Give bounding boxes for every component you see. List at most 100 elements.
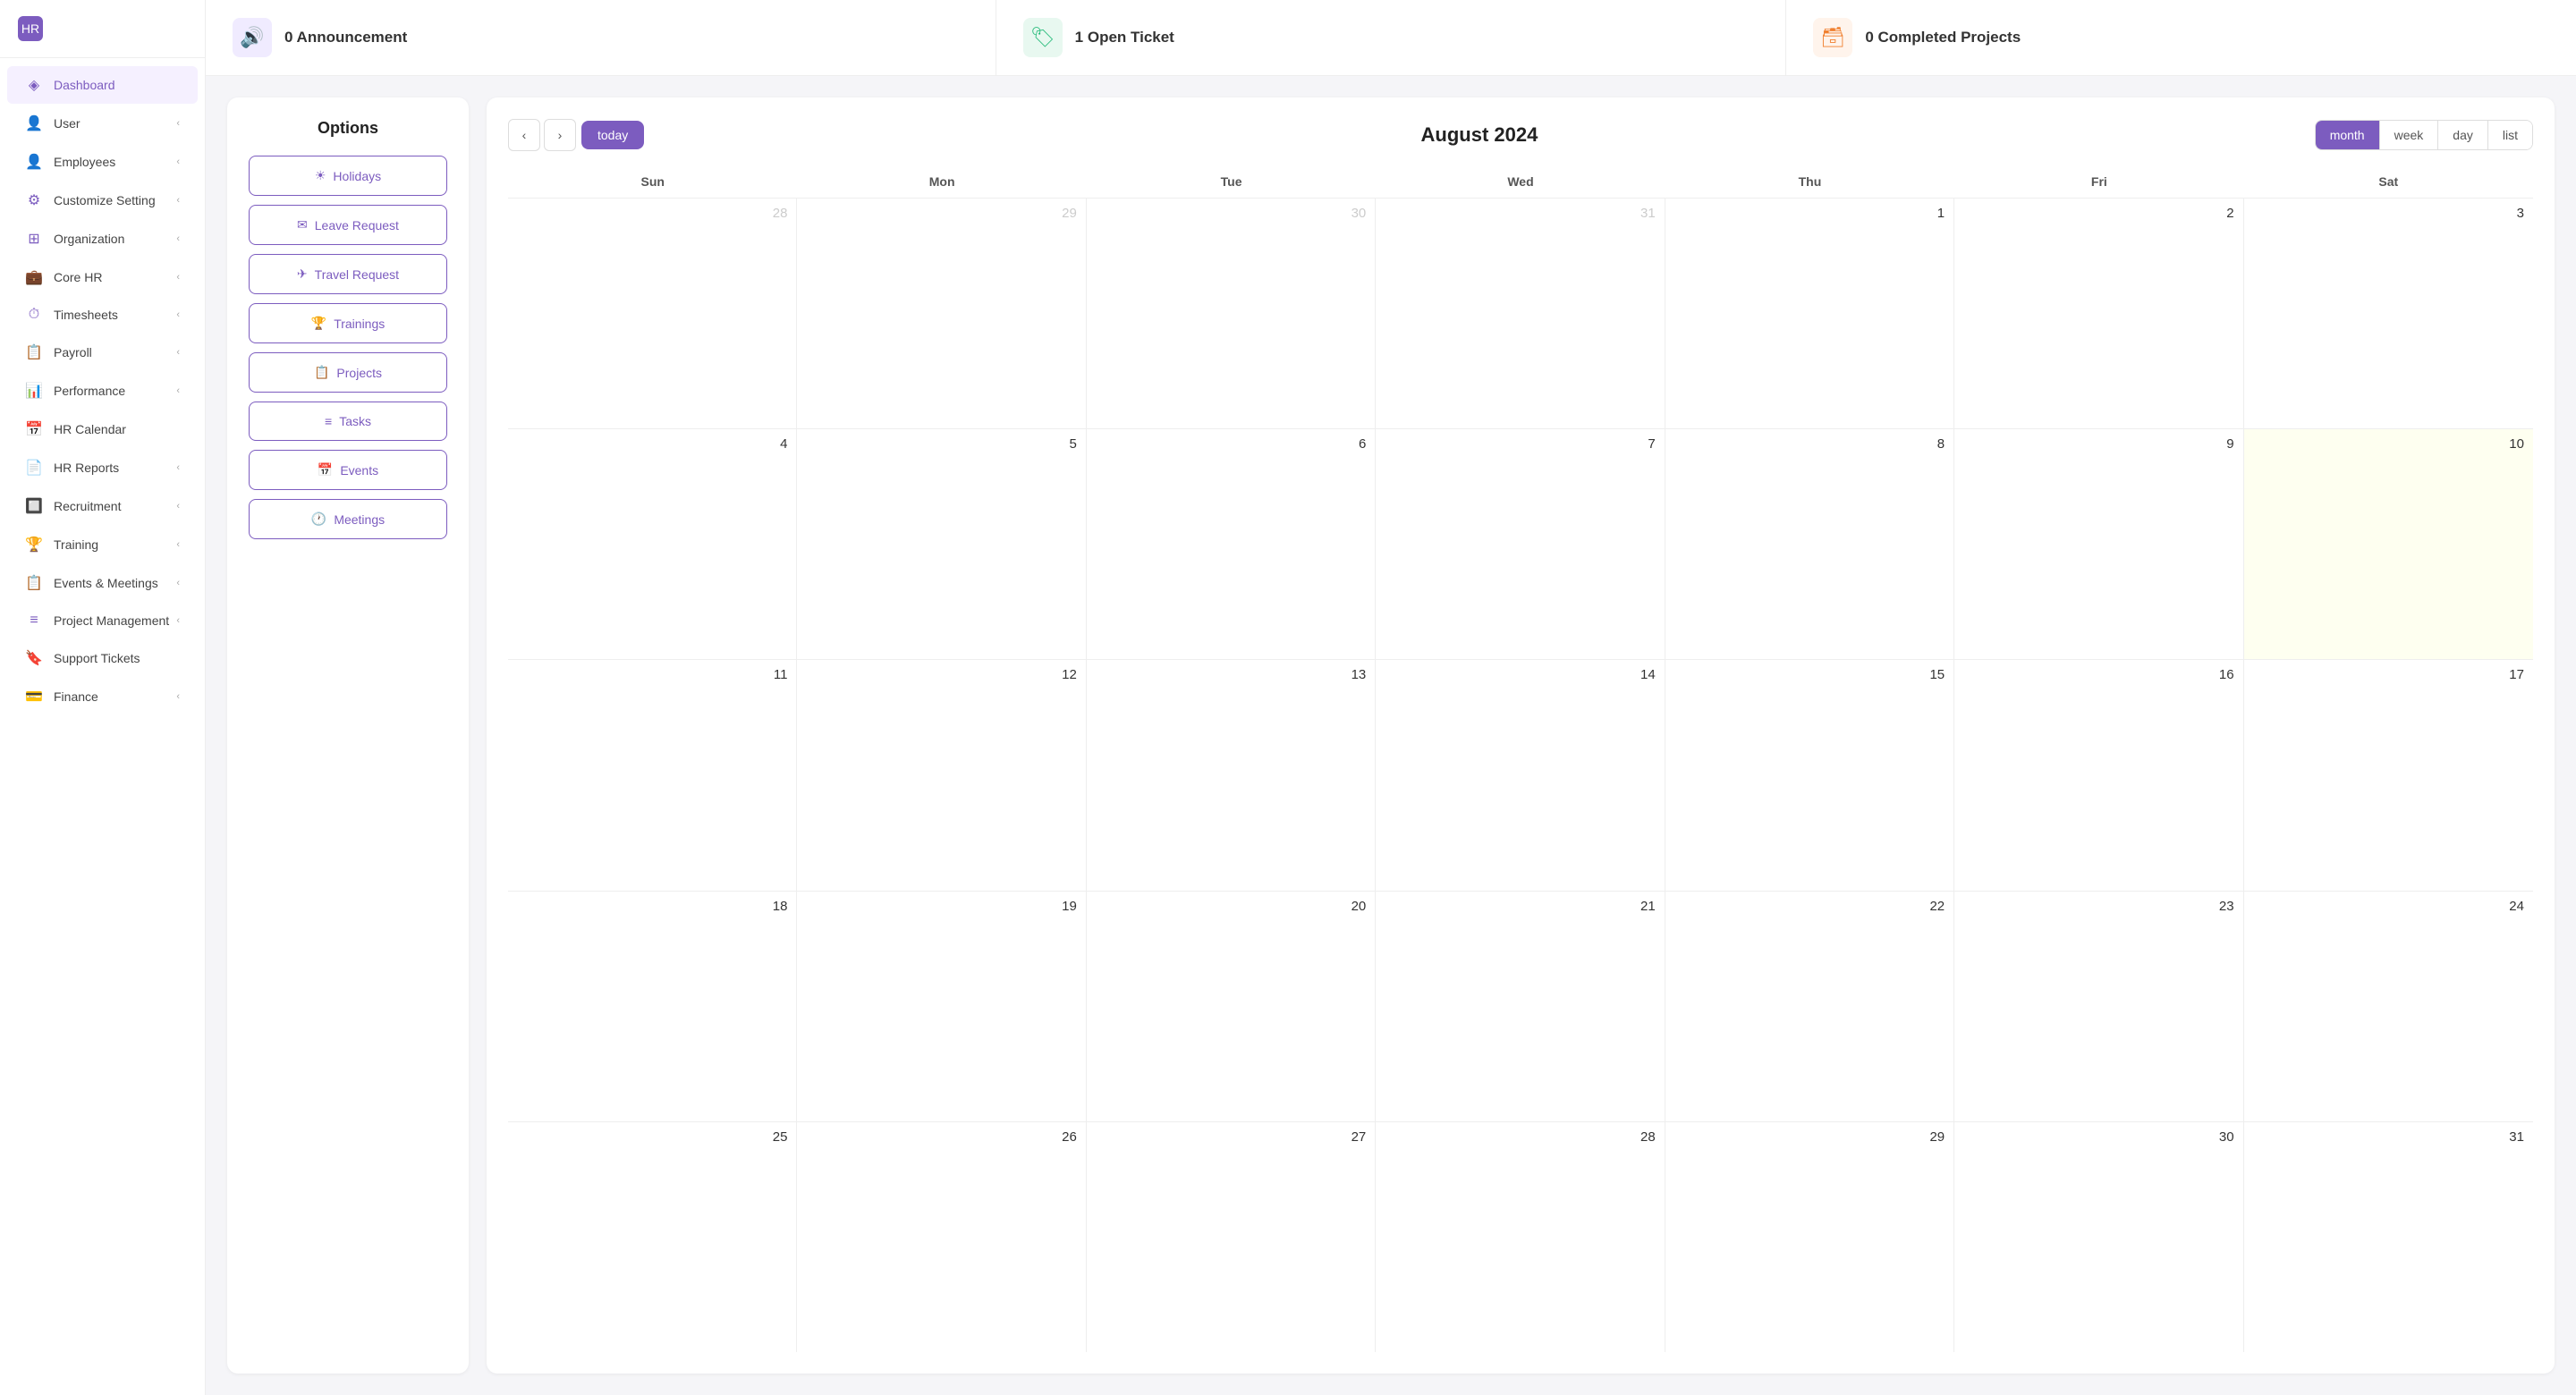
option-label-projects: Projects xyxy=(336,366,382,380)
cal-cell-1-4[interactable]: 8 xyxy=(1665,429,1954,659)
option-btn-travel-request[interactable]: ✈Travel Request xyxy=(249,254,447,294)
nav-icon-dashboard: ◈ xyxy=(25,76,43,94)
cal-cell-0-1[interactable]: 29 xyxy=(797,199,1086,428)
cal-cell-1-0[interactable]: 4 xyxy=(508,429,797,659)
sidebar-item-training[interactable]: 🏆 Training ‹ xyxy=(7,526,198,563)
cal-cell-3-0[interactable]: 18 xyxy=(508,892,797,1121)
cal-cell-4-2[interactable]: 27 xyxy=(1087,1122,1376,1352)
stat-card-completed-projects: 🗃 0 Completed Projects xyxy=(1786,0,2576,75)
cal-date-3-6: 24 xyxy=(2253,899,2524,914)
cal-cell-3-4[interactable]: 22 xyxy=(1665,892,1954,1121)
cal-cell-2-6[interactable]: 17 xyxy=(2244,660,2533,890)
cal-cell-4-3[interactable]: 28 xyxy=(1376,1122,1665,1352)
sidebar-item-organization[interactable]: ⊞ Organization ‹ xyxy=(7,220,198,258)
option-btn-events[interactable]: 📅Events xyxy=(249,450,447,490)
sidebar-item-finance[interactable]: 💳 Finance ‹ xyxy=(7,678,198,715)
cal-view-group: monthweekdaylist xyxy=(2315,120,2533,150)
cal-view-btn-day[interactable]: day xyxy=(2438,121,2488,149)
cal-cell-0-4[interactable]: 1 xyxy=(1665,199,1954,428)
cal-view-btn-list[interactable]: list xyxy=(2488,121,2532,149)
cal-cell-0-5[interactable]: 2 xyxy=(1954,199,2243,428)
cal-prev-button[interactable]: ‹ xyxy=(508,119,540,151)
option-btn-tasks[interactable]: ≡Tasks xyxy=(249,402,447,441)
option-icon-leave-request: ✉ xyxy=(297,217,308,232)
sidebar-item-employees[interactable]: 👤 Employees ‹ xyxy=(7,143,198,181)
sidebar-item-performance[interactable]: 📊 Performance ‹ xyxy=(7,372,198,410)
cal-view-btn-week[interactable]: week xyxy=(2380,121,2439,149)
cal-cell-4-5[interactable]: 30 xyxy=(1954,1122,2243,1352)
cal-cell-1-5[interactable]: 9 xyxy=(1954,429,2243,659)
nav-label-organization: Organization xyxy=(54,232,124,246)
option-btn-leave-request[interactable]: ✉ Leave Request xyxy=(249,205,447,245)
nav-icon-performance: 📊 xyxy=(25,382,43,400)
cal-cell-4-0[interactable]: 25 xyxy=(508,1122,797,1352)
cal-cell-4-4[interactable]: 29 xyxy=(1665,1122,1954,1352)
cal-date-1-5: 9 xyxy=(1963,436,2233,452)
cal-date-3-1: 19 xyxy=(806,899,1076,914)
option-label-leave-request: Leave Request xyxy=(315,218,399,232)
cal-view-btn-month[interactable]: month xyxy=(2316,121,2380,149)
cal-date-1-1: 5 xyxy=(806,436,1076,452)
option-btn-projects[interactable]: 📋 Projects xyxy=(249,352,447,393)
calendar-panel: ‹ › today August 2024 monthweekdaylist S… xyxy=(487,97,2555,1374)
cal-cell-1-2[interactable]: 6 xyxy=(1087,429,1376,659)
nav-chevron-user: ‹ xyxy=(176,118,180,129)
cal-cell-3-6[interactable]: 24 xyxy=(2244,892,2533,1121)
sidebar-item-timesheets[interactable]: ⏱ Timesheets ‹ xyxy=(7,297,198,333)
cal-today-button[interactable]: today xyxy=(581,121,644,149)
sidebar-item-hr-calendar[interactable]: 📅 HR Calendar xyxy=(7,410,198,448)
cal-cell-2-3[interactable]: 14 xyxy=(1376,660,1665,890)
sidebar-item-hr-reports[interactable]: 📄 HR Reports ‹ xyxy=(7,449,198,486)
cal-cell-0-6[interactable]: 3 xyxy=(2244,199,2533,428)
sidebar-item-dashboard[interactable]: ◈ Dashboard xyxy=(7,66,198,104)
option-label-trainings: Trainings xyxy=(334,317,385,331)
cal-cell-2-0[interactable]: 11 xyxy=(508,660,797,890)
nav-label-payroll: Payroll xyxy=(54,345,92,359)
cal-day-header-fri: Fri xyxy=(1954,169,2243,194)
cal-cell-1-6[interactable]: 10 xyxy=(2244,429,2533,659)
cal-cell-2-5[interactable]: 16 xyxy=(1954,660,2243,890)
options-buttons: ☀Holidays ✉ Leave Request ✈Travel Request 🏆T… xyxy=(249,156,447,539)
cal-cell-0-3[interactable]: 31 xyxy=(1376,199,1665,428)
cal-week-4: 25262728293031 xyxy=(508,1121,2533,1352)
sidebar-item-payroll[interactable]: 📋 Payroll ‹ xyxy=(7,334,198,371)
sidebar-item-events-meetings[interactable]: 📋 Events & Meetings ‹ xyxy=(7,564,198,602)
cal-cell-0-2[interactable]: 30 xyxy=(1087,199,1376,428)
option-icon-projects: 📋 xyxy=(314,365,329,380)
option-btn-meetings[interactable]: 🕐Meetings xyxy=(249,499,447,539)
cal-cell-0-0[interactable]: 28 xyxy=(508,199,797,428)
nav-chevron-hr-reports: ‹ xyxy=(176,462,180,473)
sidebar-item-core-hr[interactable]: 💼 Core HR ‹ xyxy=(7,258,198,296)
stat-icon-open-tickets: 🏷 xyxy=(1023,18,1063,57)
nav-label-finance: Finance xyxy=(54,689,98,704)
cal-cell-2-4[interactable]: 15 xyxy=(1665,660,1954,890)
cal-cell-3-3[interactable]: 21 xyxy=(1376,892,1665,1121)
cal-date-2-1: 12 xyxy=(806,667,1076,682)
sidebar-item-project-management[interactable]: ≡ Project Management ‹ xyxy=(7,603,198,638)
nav-chevron-core-hr: ‹ xyxy=(176,272,180,283)
cal-next-button[interactable]: › xyxy=(544,119,576,151)
cal-cell-3-5[interactable]: 23 xyxy=(1954,892,2243,1121)
cal-cell-3-1[interactable]: 19 xyxy=(797,892,1086,1121)
cal-cell-2-1[interactable]: 12 xyxy=(797,660,1086,890)
nav-chevron-timesheets: ‹ xyxy=(176,309,180,320)
sidebar-item-recruitment[interactable]: 🔲 Recruitment ‹ xyxy=(7,487,198,525)
cal-cell-1-1[interactable]: 5 xyxy=(797,429,1086,659)
cal-cell-2-2[interactable]: 13 xyxy=(1087,660,1376,890)
cal-cell-1-3[interactable]: 7 xyxy=(1376,429,1665,659)
option-btn-holidays[interactable]: ☀Holidays xyxy=(249,156,447,196)
sidebar-item-support-tickets[interactable]: 🔖 Support Tickets xyxy=(7,639,198,677)
cal-cell-4-1[interactable]: 26 xyxy=(797,1122,1086,1352)
nav-label-performance: Performance xyxy=(54,384,125,398)
option-btn-trainings[interactable]: 🏆Trainings xyxy=(249,303,447,343)
cal-cell-4-6[interactable]: 31 xyxy=(2244,1122,2533,1352)
nav-icon-events-meetings: 📋 xyxy=(25,574,43,592)
cal-date-1-2: 6 xyxy=(1096,436,1366,452)
sidebar-item-customize-setting[interactable]: ⚙ Customize Setting ‹ xyxy=(7,182,198,219)
cal-date-1-3: 7 xyxy=(1385,436,1655,452)
option-label-meetings: Meetings xyxy=(334,512,385,527)
nav-chevron-training: ‹ xyxy=(176,539,180,550)
sidebar-item-user[interactable]: 👤 User ‹ xyxy=(7,105,198,142)
cal-cell-3-2[interactable]: 20 xyxy=(1087,892,1376,1121)
cal-day-header-mon: Mon xyxy=(797,169,1086,194)
